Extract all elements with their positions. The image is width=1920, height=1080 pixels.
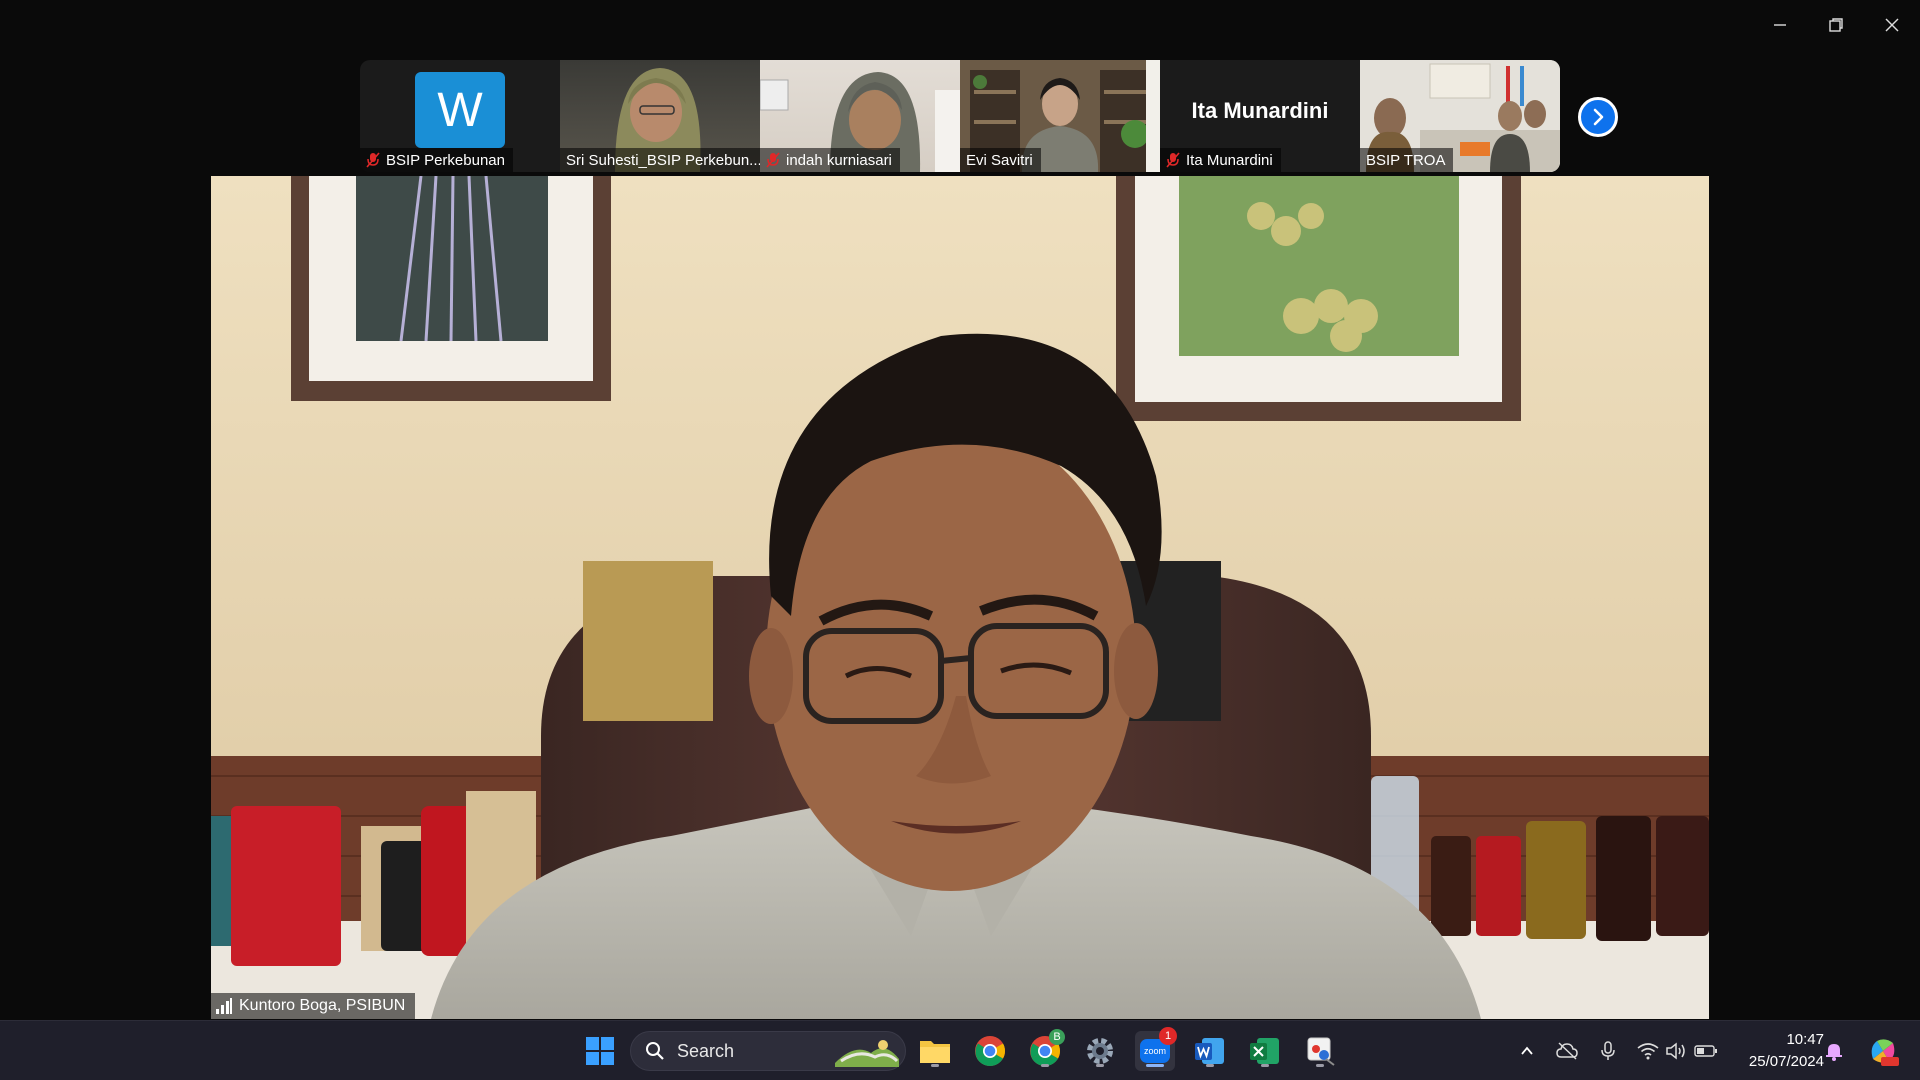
taskbar-word[interactable]	[1190, 1031, 1230, 1071]
taskbar-excel[interactable]	[1245, 1031, 1285, 1071]
wifi-status[interactable]	[1636, 1039, 1660, 1063]
participant-label: indah kurniasari	[760, 148, 900, 172]
windows-logo-icon	[586, 1037, 614, 1065]
speaker-label: Kuntoro Boga, PSIBUN	[211, 993, 416, 1019]
participant-name: Sri Suhesti_BSIP Perkebun...	[566, 151, 760, 169]
cloud-off-icon	[1556, 1042, 1578, 1060]
show-hidden-icons-button[interactable]	[1515, 1039, 1539, 1063]
mic-muted-icon	[766, 152, 780, 168]
participant-label: Evi Savitri	[960, 148, 1041, 172]
running-indicator	[1206, 1064, 1214, 1067]
search-highlight-icon	[835, 1040, 899, 1067]
zoom-meeting-window: W BSIP Perkebunan Sri Suhesti_BSIP Perke…	[0, 0, 1920, 1080]
mic-muted-icon	[1166, 152, 1180, 168]
start-button[interactable]	[580, 1031, 620, 1071]
running-indicator	[1146, 1064, 1164, 1067]
microphone-status[interactable]	[1596, 1039, 1620, 1063]
participant-tile[interactable]: Sri Suhesti_BSIP Perkebun...	[560, 60, 760, 172]
profile-badge-text: B	[1053, 1031, 1061, 1043]
volume-icon	[1666, 1042, 1685, 1060]
participant-label: BSIP Perkebunan	[360, 148, 513, 172]
minimize-button[interactable]	[1752, 0, 1808, 50]
mic-muted-icon	[366, 152, 380, 168]
next-page-button[interactable]	[1578, 97, 1618, 137]
participant-tile[interactable]: W BSIP Perkebunan	[360, 60, 560, 172]
participant-label: BSIP TROA	[1360, 148, 1454, 172]
wifi-icon	[1637, 1043, 1659, 1060]
notifications-button[interactable]	[1822, 1039, 1846, 1063]
chevron-up-icon	[1521, 1046, 1533, 1055]
running-indicator	[1316, 1064, 1324, 1067]
running-indicator	[1096, 1064, 1104, 1067]
minimize-icon	[1774, 24, 1786, 26]
running-indicator	[931, 1064, 939, 1067]
notification-badge: 1	[1159, 1027, 1177, 1045]
volume-status[interactable]	[1664, 1039, 1688, 1063]
speaker-video-frame	[211, 176, 1709, 1019]
participant-label: Sri Suhesti_BSIP Perkebun...	[560, 148, 760, 172]
close-button[interactable]	[1864, 0, 1920, 50]
participant-name: BSIP TROA	[1366, 151, 1446, 169]
participant-tile[interactable]: Ita Munardini Ita Munardini	[1160, 60, 1360, 172]
copilot-button[interactable]	[1866, 1034, 1900, 1068]
participant-strip: W BSIP Perkebunan Sri Suhesti_BSIP Perke…	[360, 60, 1560, 172]
notification-count: 1	[1164, 1030, 1172, 1042]
running-indicator	[1261, 1064, 1269, 1067]
gear-icon	[1087, 1038, 1113, 1064]
window-controls	[1752, 0, 1920, 50]
clock-date: 25/07/2024	[1748, 1053, 1824, 1070]
participant-name: BSIP Perkebunan	[386, 151, 505, 169]
participant-tile[interactable]: indah kurniasari	[760, 60, 960, 172]
participant-name: indah kurniasari	[786, 151, 892, 169]
chrome-icon	[975, 1036, 1006, 1067]
taskbar: Search B zoom 1 10:47 25/07/2024	[0, 1020, 1920, 1080]
taskbar-search[interactable]: Search	[630, 1031, 906, 1071]
battery-status[interactable]	[1694, 1039, 1718, 1063]
chevron-right-icon	[1593, 108, 1604, 126]
word-icon	[1195, 1038, 1224, 1064]
taskbar-chrome[interactable]	[970, 1031, 1010, 1071]
bell-icon	[1826, 1044, 1842, 1061]
participant-name: Evi Savitri	[966, 151, 1033, 169]
participant-tile[interactable]: Evi Savitri	[960, 60, 1160, 172]
taskbar-chrome-profile[interactable]: B	[1025, 1029, 1065, 1071]
clock-time: 10:47	[1786, 1031, 1824, 1048]
restore-icon	[1829, 18, 1843, 32]
battery-icon	[1694, 1045, 1717, 1057]
search-label: Search	[677, 1040, 735, 1061]
snipping-tool-icon	[1307, 1037, 1335, 1066]
taskbar-snipping-tool[interactable]	[1300, 1031, 1340, 1071]
onedrive-status[interactable]	[1555, 1039, 1579, 1063]
search-icon	[646, 1042, 664, 1060]
system-clock[interactable]: 10:47 25/07/2024	[1749, 1029, 1824, 1073]
taskbar-settings[interactable]	[1080, 1031, 1120, 1071]
restore-button[interactable]	[1808, 0, 1864, 50]
running-indicator	[1041, 1064, 1049, 1067]
excel-icon	[1250, 1038, 1279, 1064]
speaker-name: Kuntoro Boga, PSIBUN	[239, 997, 406, 1014]
avatar: W	[415, 72, 505, 148]
folder-icon	[920, 1041, 950, 1063]
active-speaker-video[interactable]: Kuntoro Boga, PSIBUN	[211, 176, 1709, 1019]
participant-tile[interactable]: BSIP TROA	[1360, 60, 1560, 172]
profile-badge: B	[1049, 1029, 1065, 1045]
microphone-icon	[1601, 1041, 1615, 1060]
taskbar-file-explorer[interactable]	[915, 1031, 955, 1071]
signal-strength-icon	[216, 998, 232, 1014]
taskbar-zoom[interactable]: zoom 1	[1135, 1027, 1177, 1071]
close-icon	[1885, 18, 1899, 32]
participant-label: Ita Munardini	[1160, 148, 1281, 172]
copilot-icon	[1871, 1039, 1899, 1066]
participant-name: Ita Munardini	[1186, 151, 1273, 169]
